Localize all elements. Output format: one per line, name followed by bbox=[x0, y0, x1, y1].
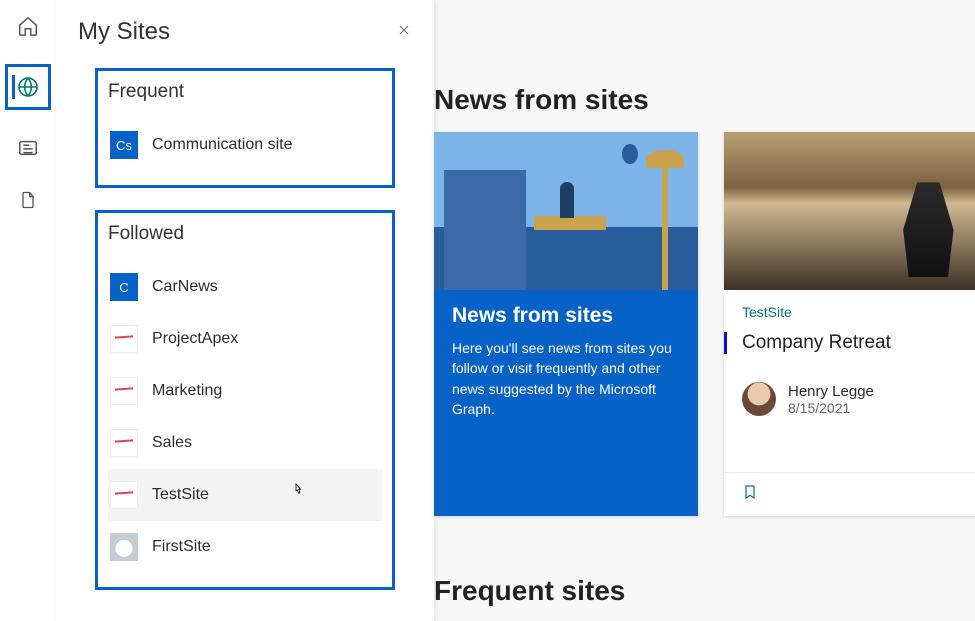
site-tile-icon bbox=[110, 533, 138, 561]
left-nav-rail bbox=[0, 0, 56, 621]
globe-icon[interactable] bbox=[14, 73, 42, 101]
card-footer bbox=[724, 472, 975, 516]
site-item-sales[interactable]: Sales bbox=[108, 417, 382, 469]
news-icon[interactable] bbox=[14, 134, 42, 162]
my-sites-nav-highlight bbox=[5, 64, 51, 110]
card-photo bbox=[724, 132, 975, 290]
followed-label: Followed bbox=[108, 223, 382, 245]
site-tile-icon bbox=[110, 325, 138, 353]
site-tile-icon bbox=[110, 429, 138, 457]
card-body: News from sites Here you'll see news fro… bbox=[434, 290, 698, 516]
followed-section-highlight: Followed C CarNews ProjectApex Marketing… bbox=[95, 210, 395, 590]
site-tile-icon: C bbox=[110, 273, 138, 301]
news-card-company-retreat[interactable]: TestSite Company Retreat Henry Legge 8/1… bbox=[724, 132, 975, 516]
site-item-label: Marketing bbox=[152, 382, 222, 400]
news-from-sites-heading: News from sites bbox=[434, 84, 649, 116]
site-item-marketing[interactable]: Marketing bbox=[108, 365, 382, 417]
close-icon[interactable] bbox=[396, 22, 412, 43]
site-tile-icon: Cs bbox=[110, 131, 138, 159]
card-body: TestSite Company Retreat Henry Legge 8/1… bbox=[724, 290, 975, 472]
card-heading: Company Retreat bbox=[724, 332, 970, 354]
site-item-carnews[interactable]: C CarNews bbox=[108, 261, 382, 313]
main-content: News from sites News from sites Here you… bbox=[434, 0, 975, 621]
site-item-communication[interactable]: Cs Communication site bbox=[108, 119, 382, 171]
site-item-label: TestSite bbox=[152, 486, 209, 504]
bookmark-icon[interactable] bbox=[742, 488, 758, 505]
frequent-section-highlight: Frequent Cs Communication site bbox=[95, 68, 395, 188]
site-item-label: FirstSite bbox=[152, 538, 211, 556]
news-cards-row: News from sites Here you'll see news fro… bbox=[434, 132, 975, 516]
site-item-projectapex[interactable]: ProjectApex bbox=[108, 313, 382, 365]
site-item-label: Sales bbox=[152, 434, 192, 452]
site-tile-icon bbox=[110, 481, 138, 509]
card-site-link[interactable]: TestSite bbox=[742, 304, 970, 320]
author-date: 8/15/2021 bbox=[788, 400, 874, 416]
card-illustration bbox=[434, 132, 698, 290]
site-item-firstsite[interactable]: FirstSite bbox=[108, 521, 382, 573]
site-item-label: CarNews bbox=[152, 278, 218, 296]
frequent-sites-heading: Frequent sites bbox=[434, 575, 625, 607]
panel-header: My Sites bbox=[56, 18, 434, 46]
card-title: News from sites bbox=[452, 304, 680, 328]
site-item-label: ProjectApex bbox=[152, 330, 238, 348]
news-placeholder-card[interactable]: News from sites Here you'll see news fro… bbox=[434, 132, 698, 516]
card-text: Here you'll see news from sites you foll… bbox=[452, 338, 680, 419]
cursor-pointer-icon bbox=[290, 481, 306, 502]
my-sites-panel: My Sites Frequent Cs Communication site … bbox=[56, 0, 434, 621]
home-icon[interactable] bbox=[14, 12, 42, 40]
site-tile-icon bbox=[110, 377, 138, 405]
file-icon[interactable] bbox=[14, 186, 42, 214]
frequent-label: Frequent bbox=[108, 81, 382, 103]
panel-title: My Sites bbox=[78, 18, 170, 46]
card-author-row: Henry Legge 8/15/2021 bbox=[742, 382, 970, 416]
author-name: Henry Legge bbox=[788, 383, 874, 400]
site-item-testsite[interactable]: TestSite bbox=[108, 469, 382, 521]
site-item-label: Communication site bbox=[152, 136, 293, 154]
avatar bbox=[742, 382, 776, 416]
